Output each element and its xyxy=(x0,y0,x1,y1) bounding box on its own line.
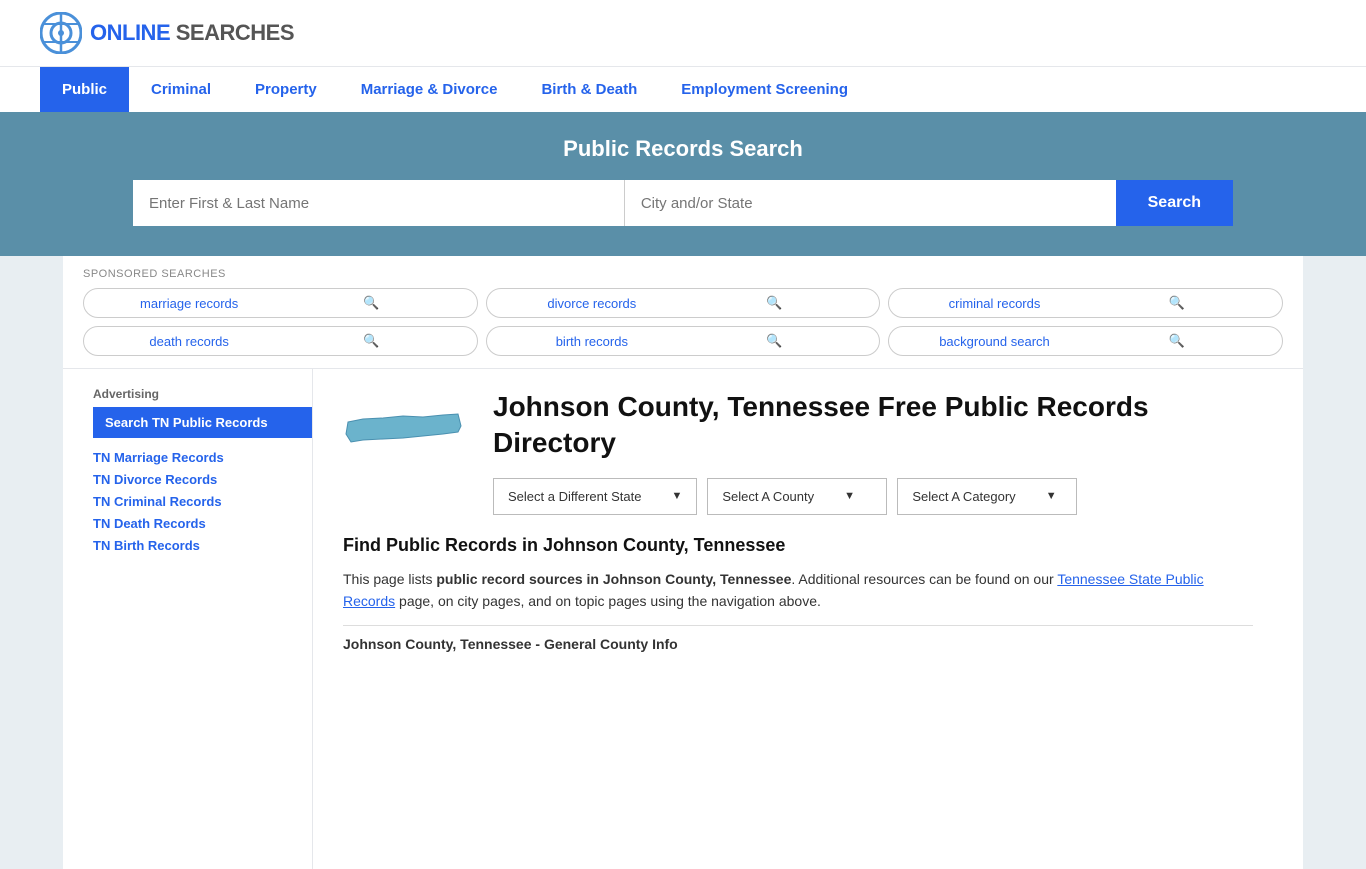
nav-employment[interactable]: Employment Screening xyxy=(659,67,870,112)
sidebar-link-birth[interactable]: TN Birth Records xyxy=(93,536,312,555)
search-button[interactable]: Search xyxy=(1116,180,1233,226)
location-input[interactable] xyxy=(625,180,1116,226)
logo-icon xyxy=(40,12,82,54)
sponsored-label: SPONSORED SEARCHES xyxy=(83,268,1283,280)
pill-birth-records[interactable]: birth records 🔍 xyxy=(486,326,881,356)
sidebar-links: TN Marriage Records TN Divorce Records T… xyxy=(93,448,312,555)
sidebar-featured-link[interactable]: Search TN Public Records xyxy=(93,407,312,438)
sidebar-link-marriage[interactable]: TN Marriage Records xyxy=(93,448,312,467)
pill-background-search[interactable]: background search 🔍 xyxy=(888,326,1283,356)
nav-criminal[interactable]: Criminal xyxy=(129,67,233,112)
nav-birth-death[interactable]: Birth & Death xyxy=(519,67,659,112)
state-dropdown[interactable]: Select a Different State ▼ xyxy=(493,478,697,515)
dropdowns: Select a Different State ▼ Select A Coun… xyxy=(493,478,1253,515)
page-heading: Johnson County, Tennessee Free Public Re… xyxy=(493,389,1253,462)
section-divider xyxy=(343,625,1253,626)
search-icon-birth: 🔍 xyxy=(683,333,865,349)
county-dropdown[interactable]: Select A County ▼ xyxy=(707,478,887,515)
hero-title: Public Records Search xyxy=(40,136,1326,162)
find-section: Find Public Records in Johnson County, T… xyxy=(343,535,1253,652)
chevron-down-icon-county: ▼ xyxy=(844,490,855,502)
logo-text: ONLINE SEARCHES xyxy=(90,20,294,46)
sidebar: Advertising Search TN Public Records TN … xyxy=(83,369,313,869)
main-wrapper: Advertising Search TN Public Records TN … xyxy=(63,369,1303,869)
logo[interactable]: ONLINE SEARCHES xyxy=(40,12,294,54)
sidebar-link-divorce[interactable]: TN Divorce Records xyxy=(93,470,312,489)
nav-public[interactable]: Public xyxy=(40,67,129,112)
sponsored-section: SPONSORED SEARCHES marriage records 🔍 di… xyxy=(63,256,1303,369)
tennessee-map-svg xyxy=(343,399,463,469)
site-header: ONLINE SEARCHES xyxy=(0,0,1366,66)
search-icon-background: 🔍 xyxy=(1086,333,1268,349)
main-content: Johnson County, Tennessee Free Public Re… xyxy=(313,369,1283,869)
pill-criminal-records[interactable]: criminal records 🔍 xyxy=(888,288,1283,318)
state-header: Johnson County, Tennessee Free Public Re… xyxy=(343,389,1253,515)
search-bar: Search xyxy=(133,180,1233,226)
sidebar-ad-label: Advertising xyxy=(93,387,312,401)
search-icon-divorce: 🔍 xyxy=(683,295,865,311)
nav-marriage-divorce[interactable]: Marriage & Divorce xyxy=(339,67,520,112)
search-icon-marriage: 🔍 xyxy=(280,295,462,311)
find-description: This page lists public record sources in… xyxy=(343,568,1253,613)
sidebar-link-criminal[interactable]: TN Criminal Records xyxy=(93,492,312,511)
name-input[interactable] xyxy=(133,180,625,226)
hero-banner: Public Records Search Search xyxy=(0,112,1366,256)
pill-marriage-records[interactable]: marriage records 🔍 xyxy=(83,288,478,318)
sponsored-grid: marriage records 🔍 divorce records 🔍 cri… xyxy=(83,288,1283,356)
pill-death-records[interactable]: death records 🔍 xyxy=(83,326,478,356)
sidebar-link-death[interactable]: TN Death Records xyxy=(93,514,312,533)
state-title: Johnson County, Tennessee Free Public Re… xyxy=(493,389,1253,515)
pill-divorce-records[interactable]: divorce records 🔍 xyxy=(486,288,881,318)
search-icon-criminal: 🔍 xyxy=(1086,295,1268,311)
category-dropdown[interactable]: Select A Category ▼ xyxy=(897,478,1077,515)
main-nav: Public Criminal Property Marriage & Divo… xyxy=(0,66,1366,112)
chevron-down-icon-category: ▼ xyxy=(1046,490,1057,502)
chevron-down-icon-state: ▼ xyxy=(671,490,682,502)
general-info-label: Johnson County, Tennessee - General Coun… xyxy=(343,636,1253,652)
state-map xyxy=(343,389,473,472)
search-icon-death: 🔍 xyxy=(280,333,462,349)
nav-property[interactable]: Property xyxy=(233,67,339,112)
find-title: Find Public Records in Johnson County, T… xyxy=(343,535,1253,556)
body-area: SPONSORED SEARCHES marriage records 🔍 di… xyxy=(63,256,1303,869)
